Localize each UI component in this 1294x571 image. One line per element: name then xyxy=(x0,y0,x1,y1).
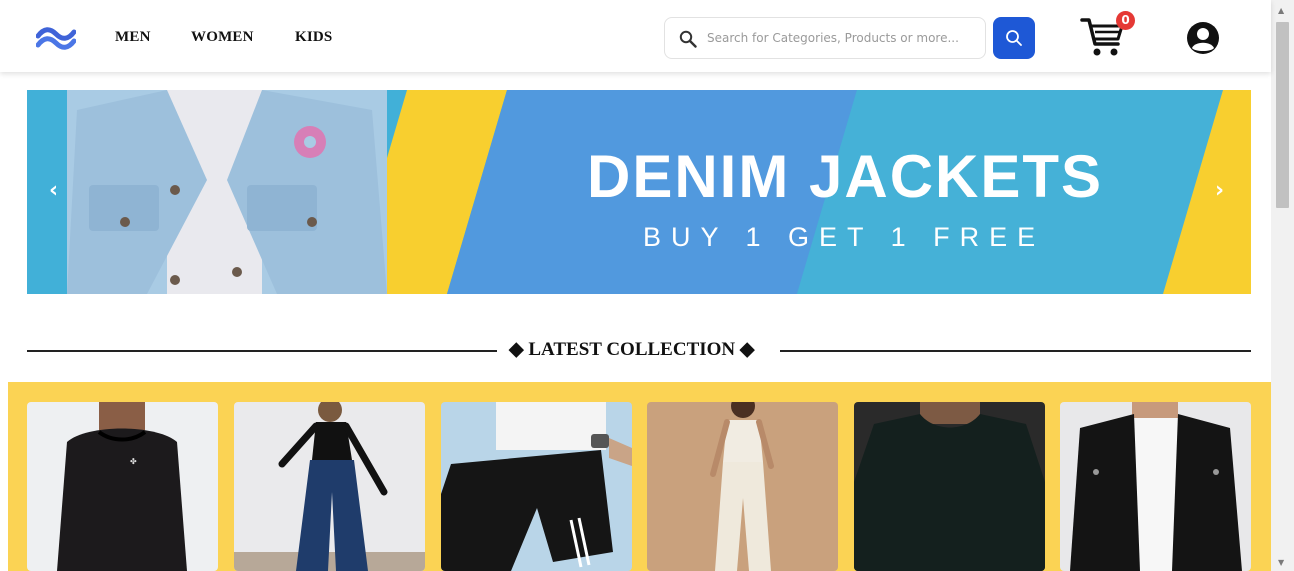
section-divider-right xyxy=(780,350,1251,352)
banner-subtitle: BUY 1 GET 1 FREE xyxy=(643,222,1046,252)
hero-banner[interactable]: ‹ DENIM JACKETS BUY 1 GET 1 FREE › xyxy=(27,90,1251,294)
product-card[interactable] xyxy=(1060,402,1251,571)
black-top-jeans-photo xyxy=(234,402,425,571)
scrollbar-thumb[interactable] xyxy=(1276,22,1289,208)
search-icon xyxy=(1006,30,1022,46)
product-card[interactable] xyxy=(854,402,1045,571)
latest-collection-grid: ✤ xyxy=(8,382,1271,571)
scroll-down-icon[interactable]: ▼ xyxy=(1278,558,1284,567)
black-sweatshirt-photo: ✤ xyxy=(27,402,218,571)
wave-logo-icon[interactable] xyxy=(36,26,76,50)
top-header: MEN WOMEN KIDS Search for Categories, Pr… xyxy=(0,0,1271,72)
section-title: ◆ LATEST COLLECTION ◆ xyxy=(509,339,755,360)
black-shorts-photo xyxy=(441,402,632,571)
banner-prev-button[interactable]: ‹ xyxy=(49,178,58,203)
white-jumpsuit-photo xyxy=(647,402,838,571)
search-icon xyxy=(679,30,697,48)
scroll-up-icon[interactable]: ▲ xyxy=(1278,6,1284,15)
section-divider-left xyxy=(27,350,497,352)
search-placeholder: Search for Categories, Products or more.… xyxy=(707,31,959,45)
search-button[interactable] xyxy=(993,17,1035,59)
search-input[interactable]: Search for Categories, Products or more.… xyxy=(664,17,986,59)
product-card[interactable] xyxy=(234,402,425,571)
nav-men[interactable]: MEN xyxy=(115,29,151,46)
banner-next-button[interactable]: › xyxy=(1215,178,1224,203)
denim-jacket-photo xyxy=(67,90,387,294)
svg-text:✤: ✤ xyxy=(130,457,137,466)
product-card[interactable] xyxy=(647,402,838,571)
product-card[interactable] xyxy=(441,402,632,571)
black-tshirt-photo xyxy=(854,402,1045,571)
user-circle-icon[interactable] xyxy=(1186,21,1220,55)
page-scrollbar[interactable]: ▲ ▼ xyxy=(1271,0,1294,571)
product-card[interactable]: ✤ xyxy=(27,402,218,571)
black-jacket-photo xyxy=(1060,402,1251,571)
banner-title: DENIM JACKETS xyxy=(587,143,1104,210)
nav-women[interactable]: WOMEN xyxy=(191,29,254,46)
cart-count-badge: 0 xyxy=(1116,11,1135,30)
nav-kids[interactable]: KIDS xyxy=(295,29,332,46)
